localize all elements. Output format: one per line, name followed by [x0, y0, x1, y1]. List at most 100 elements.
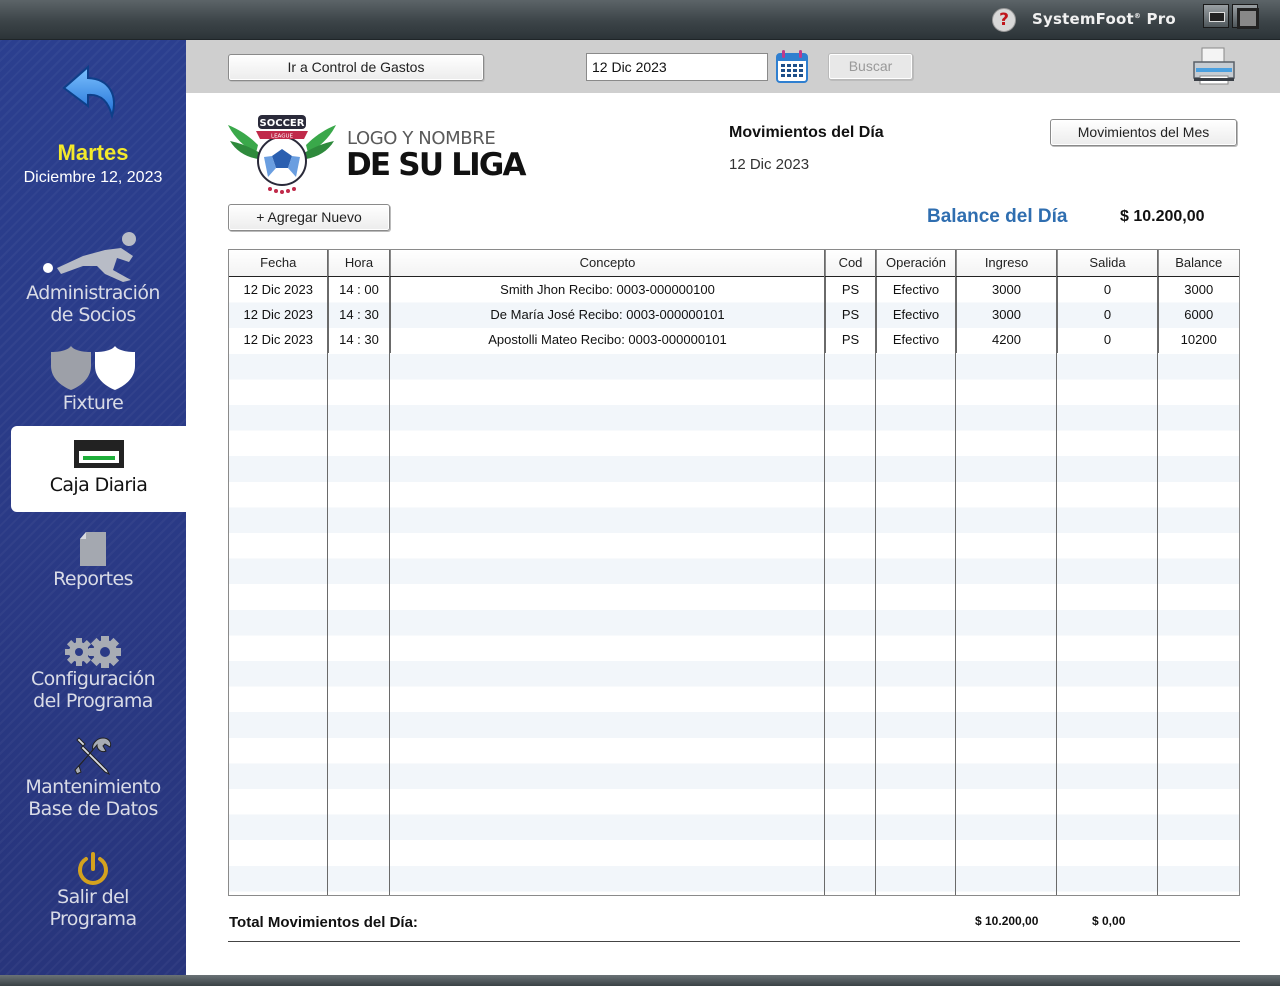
column-header-cod[interactable]: Cod [825, 250, 877, 277]
logo-line-1: LOGO Y NOMBRE [347, 128, 496, 149]
cell-concepto: De María José Recibo: 0003-000000101 [390, 301, 826, 328]
column-header-hora[interactable]: Hora [328, 250, 391, 277]
page-date: 12 Dic 2023 [729, 156, 810, 173]
totals-label: Total Movimientos del Día: [229, 914, 418, 931]
sidebar-item-salir[interactable]: Salir del Programa [0, 852, 186, 930]
document-icon [80, 532, 106, 566]
league-logo-icon: SOCCER LEAGUE [228, 115, 336, 194]
page-title: Movimientos del Día [729, 124, 884, 141]
cell-operacion: Efectivo [876, 327, 957, 353]
tools-icon [74, 737, 112, 776]
sidebar-item-label: Caja Diaria [49, 474, 148, 496]
sidebar: Martes Diciembre 12, 2023 Administración… [0, 40, 186, 975]
table-row[interactable]: 12 Dic 2023 14 : 00 Smith Jhon Recibo: 0… [229, 276, 1239, 302]
sidebar-item-label: Mantenimiento Base de Datos [25, 776, 161, 820]
sidebar-item-label: Administración de Socios [26, 282, 160, 326]
logo-ribbon-text: LEAGUE [271, 134, 293, 140]
app-window: ? SystemFoot® Pro Martes Diciembre 12, 2… [0, 0, 1280, 986]
movements-table[interactable]: Fecha Hora Concepto Cod Operación Ingres… [228, 249, 1240, 896]
app-brand: SystemFoot® Pro [1032, 10, 1176, 28]
totals-ingreso: $ 10.200,00 [975, 914, 1039, 928]
sidebar-item-configuracion[interactable]: Configuración del Programa [0, 636, 186, 712]
title-bar: ? SystemFoot® Pro [0, 0, 1280, 40]
printer-icon[interactable] [1192, 46, 1236, 86]
column-header-concepto[interactable]: Concepto [390, 250, 826, 277]
cell-salida: 0 [1057, 327, 1159, 353]
sidebar-item-reportes[interactable]: Reportes [0, 532, 186, 590]
column-header-salida[interactable]: Salida [1057, 250, 1159, 277]
cell-fecha: 12 Dic 2023 [229, 276, 329, 302]
sidebar-item-mantenimiento[interactable]: Mantenimiento Base de Datos [0, 736, 186, 820]
shields-icon [51, 346, 135, 390]
table-row[interactable]: 12 Dic 2023 14 : 30 Apostolli Mateo Reci… [229, 327, 1239, 353]
column-divider [389, 250, 390, 895]
table-header-row: Fecha Hora Concepto Cod Operación Ingres… [229, 250, 1239, 277]
month-movements-button[interactable]: Movimientos del Mes [1050, 119, 1237, 146]
minimize-button[interactable] [1203, 4, 1229, 28]
table-row[interactable]: 12 Dic 2023 14 : 30 De María José Recibo… [229, 301, 1239, 328]
balance-label: Balance del Día [927, 206, 1068, 227]
sidebar-item-label: Reportes [53, 568, 133, 590]
sidebar-item-label: Fixture [62, 392, 124, 414]
cell-balance: 10200 [1180, 332, 1217, 348]
calendar-icon[interactable] [776, 50, 808, 83]
brand-name: SystemFoot [1032, 10, 1134, 28]
brand-suffix: Pro [1146, 10, 1176, 28]
column-divider [1157, 250, 1158, 895]
column-divider [824, 250, 825, 895]
cell-concepto: Smith Jhon Recibo: 0003-000000100 [390, 276, 826, 302]
help-icon[interactable]: ? [992, 8, 1016, 32]
cell-ingreso: 3000 [956, 301, 1058, 328]
column-divider [1056, 250, 1057, 895]
column-header-operacion[interactable]: Operación [876, 250, 957, 277]
sidebar-item-fixture[interactable]: Fixture [0, 346, 186, 414]
cell-hora: 14 : 30 [328, 327, 391, 353]
column-header-fecha[interactable]: Fecha [229, 250, 329, 277]
column-divider [875, 250, 876, 895]
maximize-button[interactable] [1232, 4, 1259, 29]
cell-fecha: 12 Dic 2023 [229, 327, 329, 353]
cell-balance: 6000 [1184, 306, 1214, 322]
back-arrow-icon[interactable] [60, 64, 120, 120]
go-to-expenses-button[interactable]: Ir a Control de Gastos [228, 54, 484, 81]
power-icon [78, 852, 108, 885]
cell-operacion: Efectivo [876, 301, 957, 328]
cell-fecha: 12 Dic 2023 [229, 301, 329, 328]
cell-salida: 0 [1057, 276, 1159, 302]
totals-salida: $ 0,00 [1092, 914, 1126, 928]
logo-badge-text: SOCCER [260, 118, 305, 129]
gears-icon [65, 636, 121, 668]
bottom-bar [0, 975, 1280, 986]
column-divider [955, 250, 956, 895]
cell-balance: 3000 [1184, 281, 1214, 297]
date-input[interactable] [586, 53, 768, 81]
cell-ingreso: 4200 [956, 327, 1058, 353]
current-day: Martes [57, 140, 129, 165]
cell-hora: 14 : 30 [328, 301, 391, 328]
column-header-balance[interactable]: Balance [1158, 250, 1239, 277]
column-header-ingreso[interactable]: Ingreso [956, 250, 1058, 277]
cell-cod: PS [825, 327, 877, 353]
cell-salida: 0 [1057, 301, 1159, 328]
search-button[interactable]: Buscar [828, 53, 913, 80]
sidebar-item-caja-diaria[interactable]: Caja Diaria [11, 426, 186, 512]
column-divider [327, 250, 328, 895]
sidebar-item-socios[interactable]: Administración de Socios [0, 230, 186, 326]
toolbar: Ir a Control de Gastos Buscar [186, 40, 1280, 93]
cell-operacion: Efectivo [876, 276, 957, 302]
add-new-button[interactable]: + Agregar Nuevo [228, 204, 390, 231]
cell-hora: 14 : 00 [328, 276, 391, 302]
main-panel: Ir a Control de Gastos Buscar [186, 40, 1280, 975]
cell-concepto: Apostolli Mateo Recibo: 0003-000000101 [390, 327, 826, 353]
sidebar-item-label: Salir del Programa [49, 886, 137, 930]
movements-grid: Fecha Hora Concepto Cod Operación Ingres… [229, 250, 1239, 353]
totals-divider [228, 941, 1240, 942]
cell-ingreso: 3000 [956, 276, 1058, 302]
current-date: Diciembre 12, 2023 [23, 169, 163, 186]
cell-cod: PS [825, 301, 877, 328]
soccer-player-icon [43, 232, 136, 282]
cell-cod: PS [825, 276, 877, 302]
sidebar-item-label: Configuración del Programa [30, 668, 156, 712]
cash-register-icon [73, 440, 124, 468]
logo-line-2: DE SU LIGA [346, 147, 527, 183]
